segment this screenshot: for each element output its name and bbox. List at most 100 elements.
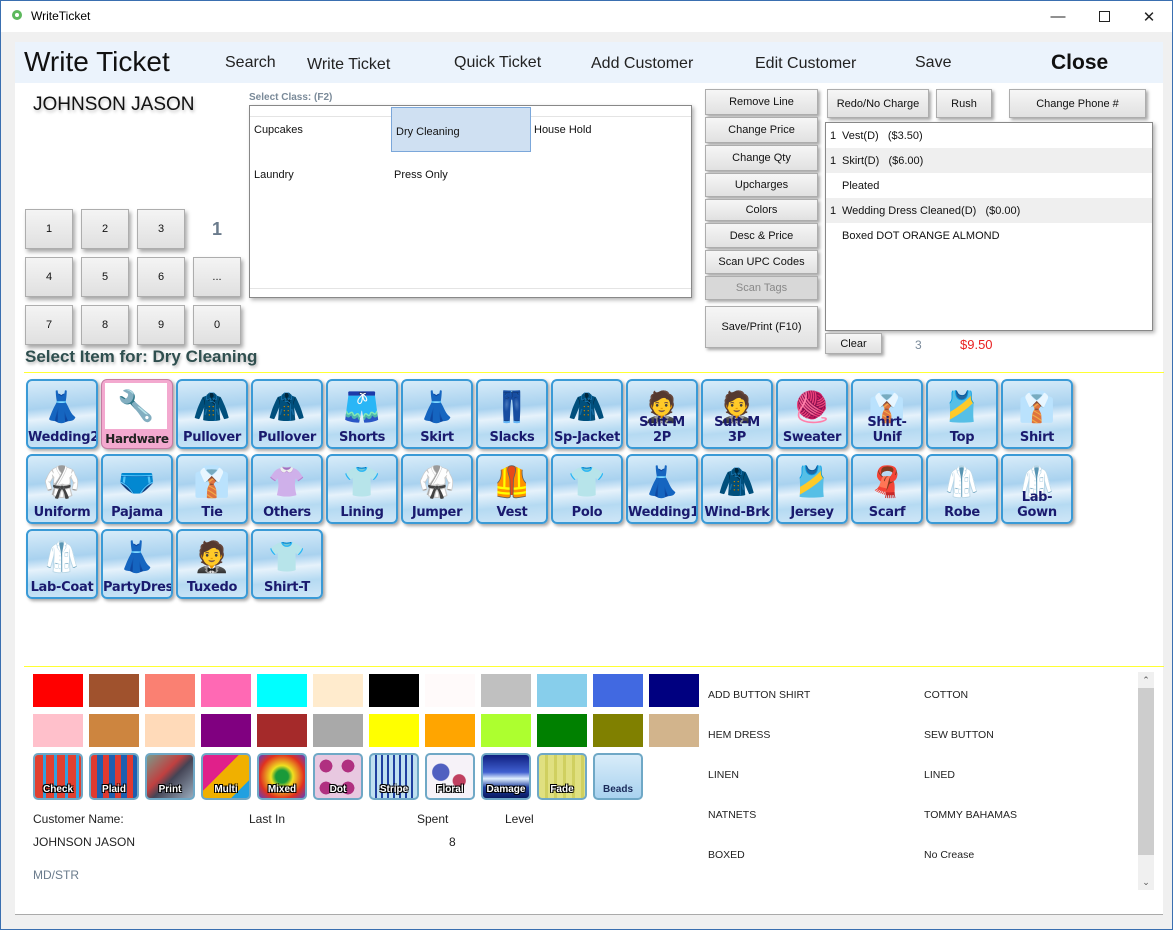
item-button-skirt[interactable]: 👗 Skirt: [401, 379, 473, 449]
item-button-polo[interactable]: 👕 Polo: [551, 454, 623, 524]
class-item-cupcakes[interactable]: Cupcakes: [250, 106, 390, 151]
scan-upc-button[interactable]: Scan UPC Codes: [705, 250, 818, 274]
color-swatch[interactable]: [425, 674, 475, 707]
item-button-others[interactable]: 👚 Others: [251, 454, 323, 524]
pattern-fade[interactable]: Fade: [537, 753, 587, 800]
nav-write-ticket[interactable]: Write Ticket: [307, 56, 390, 74]
color-swatch[interactable]: [257, 714, 307, 747]
description-item[interactable]: COTTON: [924, 689, 968, 701]
item-button-wind-brk[interactable]: 🧥 Wind-Brk: [701, 454, 773, 524]
ticket-line[interactable]: Boxed DOT ORANGE ALMOND: [826, 223, 1152, 248]
color-swatch[interactable]: [33, 674, 83, 707]
item-button-pajama[interactable]: 🩲 Pajama: [101, 454, 173, 524]
item-button-lining[interactable]: 👕 Lining: [326, 454, 398, 524]
remove-line-button[interactable]: Remove Line: [705, 89, 818, 115]
color-swatch[interactable]: [369, 714, 419, 747]
color-swatch[interactable]: [313, 714, 363, 747]
item-button-jumper[interactable]: 🥋 Jumper: [401, 454, 473, 524]
pattern-floral[interactable]: Floral: [425, 753, 475, 800]
item-button-hardware[interactable]: 🔧 Hardware: [101, 379, 173, 449]
change-phone-button[interactable]: Change Phone #: [1009, 89, 1146, 118]
colors-button[interactable]: Colors: [705, 199, 818, 221]
class-item-house-hold[interactable]: House Hold: [530, 106, 670, 151]
description-item[interactable]: TOMMY BAHAMAS: [924, 809, 1017, 821]
ticket-line[interactable]: 1 Vest(D) ($3.50): [826, 123, 1152, 148]
description-scrollbar[interactable]: ⌃ ⌄: [1138, 672, 1154, 890]
color-swatch[interactable]: [201, 714, 251, 747]
color-swatch[interactable]: [89, 674, 139, 707]
scroll-thumb[interactable]: [1138, 688, 1154, 855]
change-qty-button[interactable]: Change Qty: [705, 145, 818, 171]
class-item-dry-cleaning[interactable]: Dry Cleaning: [391, 107, 531, 152]
nav-add-customer[interactable]: Add Customer: [591, 55, 693, 73]
description-item[interactable]: LINED: [924, 769, 955, 781]
numpad-key-6[interactable]: 6: [137, 257, 185, 297]
class-item-press-only[interactable]: Press Only: [390, 151, 530, 196]
pattern-mixed[interactable]: Mixed: [257, 753, 307, 800]
maximize-button[interactable]: [1081, 1, 1127, 32]
class-item-laundry[interactable]: Laundry: [250, 151, 390, 196]
description-item[interactable]: NATNETS: [708, 809, 756, 821]
numpad-key-0[interactable]: 0: [193, 305, 241, 345]
color-swatch[interactable]: [425, 714, 475, 747]
description-item[interactable]: No Crease: [924, 849, 974, 861]
item-button-tie[interactable]: 👔 Tie: [176, 454, 248, 524]
rush-button[interactable]: Rush: [936, 89, 992, 118]
item-button-vest[interactable]: 🦺 Vest: [476, 454, 548, 524]
clear-button[interactable]: Clear: [825, 333, 882, 354]
item-button-shorts[interactable]: 🩳 Shorts: [326, 379, 398, 449]
item-button-sp-jacket[interactable]: 🧥 Sp-Jacket: [551, 379, 623, 449]
color-swatch[interactable]: [537, 714, 587, 747]
scroll-up-icon[interactable]: ⌃: [1138, 672, 1154, 688]
numpad-key-2[interactable]: 2: [81, 209, 129, 249]
scan-tags-button[interactable]: Scan Tags: [705, 276, 818, 300]
color-swatch[interactable]: [369, 674, 419, 707]
color-swatch[interactable]: [145, 674, 195, 707]
item-button-pullover[interactable]: 🧥 Pullover: [176, 379, 248, 449]
item-button-uniform[interactable]: 🥋 Uniform: [26, 454, 98, 524]
ticket-line[interactable]: Pleated: [826, 173, 1152, 198]
color-swatch[interactable]: [649, 714, 699, 747]
item-button-suit-m-2p[interactable]: 🤵 Suit-M 2P: [626, 379, 698, 449]
nav-close[interactable]: Close: [1051, 51, 1108, 75]
redo-no-charge-button[interactable]: Redo/No Charge: [827, 89, 929, 118]
upcharges-button[interactable]: Upcharges: [705, 173, 818, 197]
color-swatch[interactable]: [145, 714, 195, 747]
description-item[interactable]: BOXED: [708, 849, 745, 861]
minimize-button[interactable]: —: [1035, 1, 1081, 32]
description-item[interactable]: HEM DRESS: [708, 729, 770, 741]
item-button-suit-m-3p[interactable]: 🤵 Suit-M 3P: [701, 379, 773, 449]
item-button-tuxedo[interactable]: 🤵 Tuxedo: [176, 529, 248, 599]
item-button-wedding2p[interactable]: 👗 Wedding2P: [26, 379, 98, 449]
ticket-line[interactable]: 1 Wedding Dress Cleaned(D) ($0.00): [826, 198, 1152, 223]
ticket-line[interactable]: 1 Skirt(D) ($6.00): [826, 148, 1152, 173]
numpad-key-4[interactable]: 4: [25, 257, 73, 297]
pattern-check[interactable]: Check: [33, 753, 83, 800]
numpad-key-5[interactable]: 5: [81, 257, 129, 297]
color-swatch[interactable]: [313, 674, 363, 707]
item-button-pullover[interactable]: 🧥 Pullover: [251, 379, 323, 449]
item-button-slacks[interactable]: 👖 Slacks: [476, 379, 548, 449]
pattern-beads[interactable]: Beads: [593, 753, 643, 800]
item-button-wedding1p[interactable]: 👗 Wedding1P: [626, 454, 698, 524]
change-price-button[interactable]: Change Price: [705, 117, 818, 143]
nav-quick-ticket[interactable]: Quick Ticket: [454, 54, 541, 72]
item-button-scarf[interactable]: 🧣 Scarf: [851, 454, 923, 524]
color-swatch[interactable]: [481, 674, 531, 707]
pattern-dot[interactable]: Dot: [313, 753, 363, 800]
scroll-down-icon[interactable]: ⌄: [1138, 874, 1154, 890]
description-item[interactable]: LINEN: [708, 769, 739, 781]
item-button-jersey[interactable]: 🎽 Jersey: [776, 454, 848, 524]
numpad-key-9[interactable]: 9: [137, 305, 185, 345]
nav-save[interactable]: Save: [915, 54, 951, 72]
desc-price-button[interactable]: Desc & Price: [705, 223, 818, 248]
item-button-robe[interactable]: 🥼 Robe: [926, 454, 998, 524]
numpad-key-7[interactable]: 7: [25, 305, 73, 345]
item-button-shirt-unif[interactable]: 👔 Shirt-Unif: [851, 379, 923, 449]
nav-search[interactable]: Search: [225, 54, 276, 72]
color-swatch[interactable]: [33, 714, 83, 747]
color-swatch[interactable]: [201, 674, 251, 707]
item-button-lab-gown[interactable]: 🥼 Lab-Gown: [1001, 454, 1073, 524]
color-swatch[interactable]: [89, 714, 139, 747]
item-button-shirt-t[interactable]: 👕 Shirt-T: [251, 529, 323, 599]
